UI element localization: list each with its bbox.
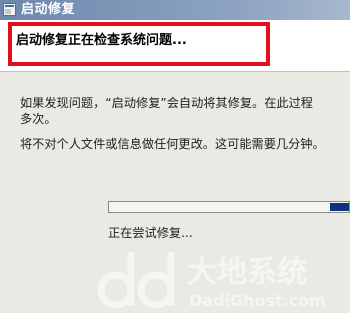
description-line-2: 多次。 [20, 112, 57, 126]
watermark-logo: 大地系统 DadiGhost.com [97, 252, 326, 310]
description-line-3: 将不对个人文件或信息做任何更改。这可能需要几分钟。 [20, 137, 325, 151]
startup-repair-icon [3, 3, 16, 16]
window-title: 启动修复 [21, 2, 76, 17]
watermark-brand-en: DadiGhost.com [189, 291, 326, 310]
title-bar: 启动修复 [0, 0, 350, 20]
progress-status-text: 正在尝试修复... [108, 226, 193, 240]
progress-bar [108, 201, 350, 213]
progress-bar-fill [330, 203, 349, 211]
watermark-brand-cn: 大地系统 [187, 255, 307, 290]
description-line-1: 如果发现问题，“启动修复”会自动将其修复。在此过程 [20, 96, 313, 110]
header-status-text: 启动修复正在检查系统问题... [16, 33, 187, 48]
